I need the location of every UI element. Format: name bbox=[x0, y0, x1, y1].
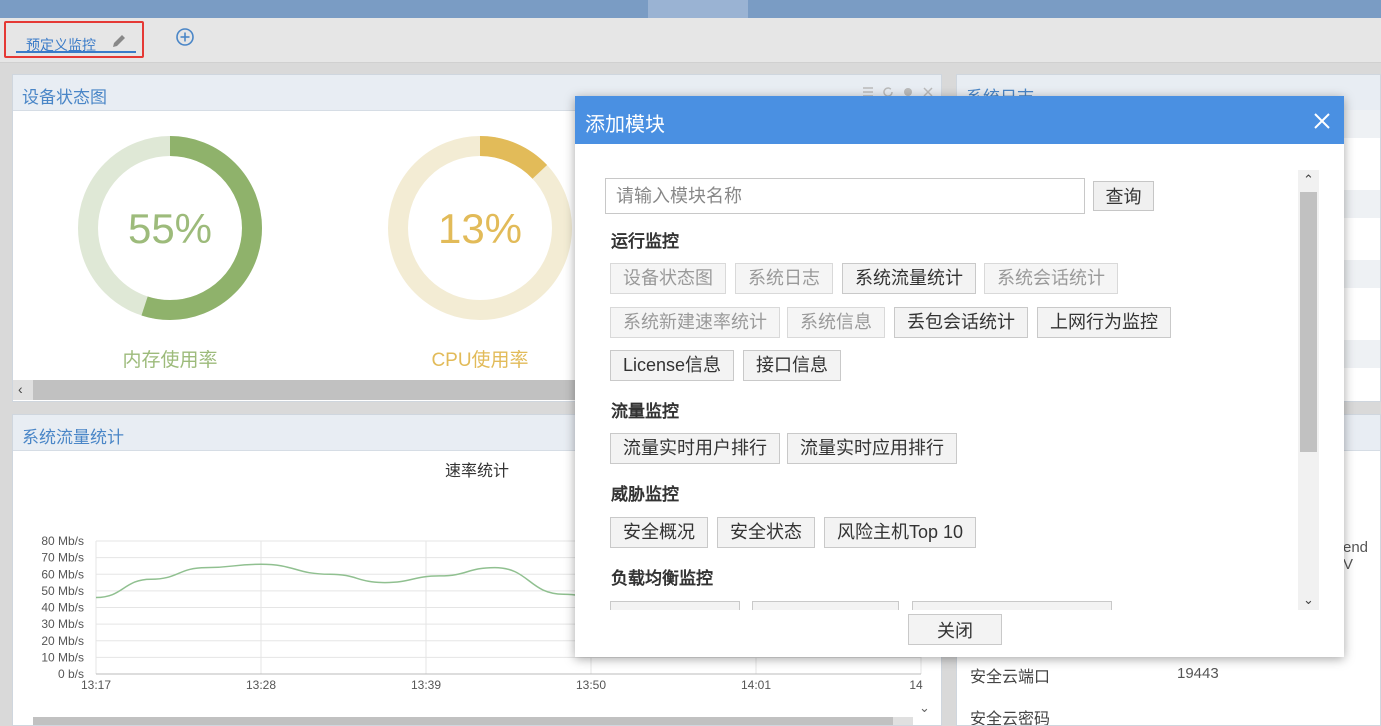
module-chip[interactable]: 流量实时应用排行 bbox=[787, 433, 957, 464]
y-tick-label: 60 Mb/s bbox=[41, 567, 84, 581]
y-tick-label: 50 Mb/s bbox=[41, 584, 84, 598]
search-button[interactable]: 查询 bbox=[1093, 181, 1154, 211]
x-tick-label: 13:39 bbox=[411, 678, 441, 692]
info-label-cloud-port: 安全云端口 bbox=[970, 669, 1051, 686]
cpu-usage-label: CPU使用率 bbox=[431, 350, 529, 371]
y-tick-label: 70 Mb/s bbox=[41, 551, 84, 565]
module-chip-clipped[interactable] bbox=[610, 601, 740, 610]
module-chip[interactable]: 系统日志 bbox=[735, 263, 833, 294]
section-title: 运行监控 bbox=[611, 232, 679, 251]
info-label-cloud-password: 安全云密码 bbox=[970, 711, 1051, 726]
top-nav-bar bbox=[0, 0, 1381, 18]
y-tick-label: 40 Mb/s bbox=[41, 601, 84, 615]
close-icon[interactable] bbox=[1312, 111, 1332, 131]
module-chip[interactable]: 流量实时用户排行 bbox=[610, 433, 780, 464]
y-tick-label: 10 Mb/s bbox=[41, 650, 84, 664]
y-tick-label: 20 Mb/s bbox=[41, 634, 84, 648]
chart-title: 速率统计 bbox=[445, 463, 510, 480]
add-module-dialog: 添加模块 查询 ⌃ ⌄ 关闭 运行监控设备状态图系统日志系统流量统计系统会话统计… bbox=[575, 96, 1344, 657]
top-nav-item[interactable] bbox=[748, 0, 848, 18]
top-nav-item[interactable] bbox=[848, 0, 948, 18]
scroll-down-icon[interactable]: ⌄ bbox=[1298, 590, 1319, 610]
module-chip[interactable]: 风险主机Top 10 bbox=[824, 517, 977, 548]
tab-underline bbox=[16, 51, 136, 53]
dashboard-tab-bar: 预定义监控 bbox=[0, 18, 1381, 63]
add-tab-icon[interactable] bbox=[175, 27, 195, 47]
module-search-input[interactable] bbox=[605, 178, 1085, 214]
scrollbar-thumb[interactable] bbox=[33, 717, 893, 725]
top-nav-item[interactable] bbox=[1148, 0, 1248, 18]
module-chip[interactable]: 系统会话统计 bbox=[984, 263, 1118, 294]
top-nav-item[interactable] bbox=[948, 0, 1048, 18]
module-chip-clipped[interactable] bbox=[912, 601, 1112, 610]
close-button[interactable]: 关闭 bbox=[908, 614, 1002, 645]
scrollbar-thumb[interactable] bbox=[33, 380, 593, 400]
module-chip-clipped[interactable] bbox=[752, 601, 899, 610]
module-chip[interactable]: 系统信息 bbox=[787, 307, 885, 338]
x-tick-label: 14:01 bbox=[741, 678, 771, 692]
info-partial-text: end V bbox=[1343, 539, 1369, 573]
module-chip[interactable]: 丢包会话统计 bbox=[894, 307, 1028, 338]
dialog-header: 添加模块 bbox=[575, 96, 1344, 144]
scroll-up-icon[interactable]: ⌃ bbox=[1298, 170, 1319, 190]
memory-usage-value: 55% bbox=[127, 205, 213, 252]
x-tick-label: 13:50 bbox=[576, 678, 606, 692]
cpu-usage-value: 13% bbox=[437, 205, 523, 252]
module-chip[interactable]: 接口信息 bbox=[743, 350, 841, 381]
scroll-down-icon[interactable]: ⌄ bbox=[919, 700, 939, 720]
module-chip[interactable]: 安全概况 bbox=[610, 517, 708, 548]
section-title: 流量监控 bbox=[611, 402, 679, 421]
panel-title: 设备状态图 bbox=[22, 88, 107, 107]
module-chip[interactable]: 系统流量统计 bbox=[842, 263, 976, 294]
module-chip[interactable]: 系统新建速率统计 bbox=[610, 307, 780, 338]
module-chip[interactable]: 上网行为监控 bbox=[1037, 307, 1171, 338]
module-chip[interactable]: 设备状态图 bbox=[610, 263, 726, 294]
chart-scrollbar[interactable] bbox=[33, 717, 913, 725]
top-nav-item-active[interactable] bbox=[648, 0, 748, 18]
top-nav-item[interactable] bbox=[1048, 0, 1148, 18]
section-title: 威胁监控 bbox=[611, 485, 679, 504]
pencil-icon[interactable] bbox=[111, 33, 127, 49]
dialog-title: 添加模块 bbox=[585, 114, 665, 136]
dialog-vertical-scrollbar[interactable]: ⌃ ⌄ bbox=[1298, 170, 1319, 610]
section-title: 负载均衡监控 bbox=[611, 569, 713, 588]
x-tick-label: 13:17 bbox=[81, 678, 111, 692]
x-tick-label: 13:28 bbox=[246, 678, 276, 692]
memory-usage-label: 内存使用率 bbox=[122, 350, 218, 371]
panel-title: 系统流量统计 bbox=[22, 428, 124, 447]
y-tick-label: 30 Mb/s bbox=[41, 617, 84, 631]
y-tick-label: 80 Mb/s bbox=[41, 534, 84, 548]
module-chip[interactable]: 安全状态 bbox=[717, 517, 815, 548]
scroll-left-icon[interactable]: ‹ bbox=[18, 381, 23, 397]
x-tick-label: 14:1 bbox=[909, 678, 923, 692]
module-chip[interactable]: License信息 bbox=[610, 350, 735, 381]
info-value-cloud-port: 19443 bbox=[1177, 665, 1219, 682]
scrollbar-thumb[interactable] bbox=[1300, 192, 1317, 452]
tab-predefined-monitor[interactable]: 预定义监控 bbox=[4, 21, 144, 58]
